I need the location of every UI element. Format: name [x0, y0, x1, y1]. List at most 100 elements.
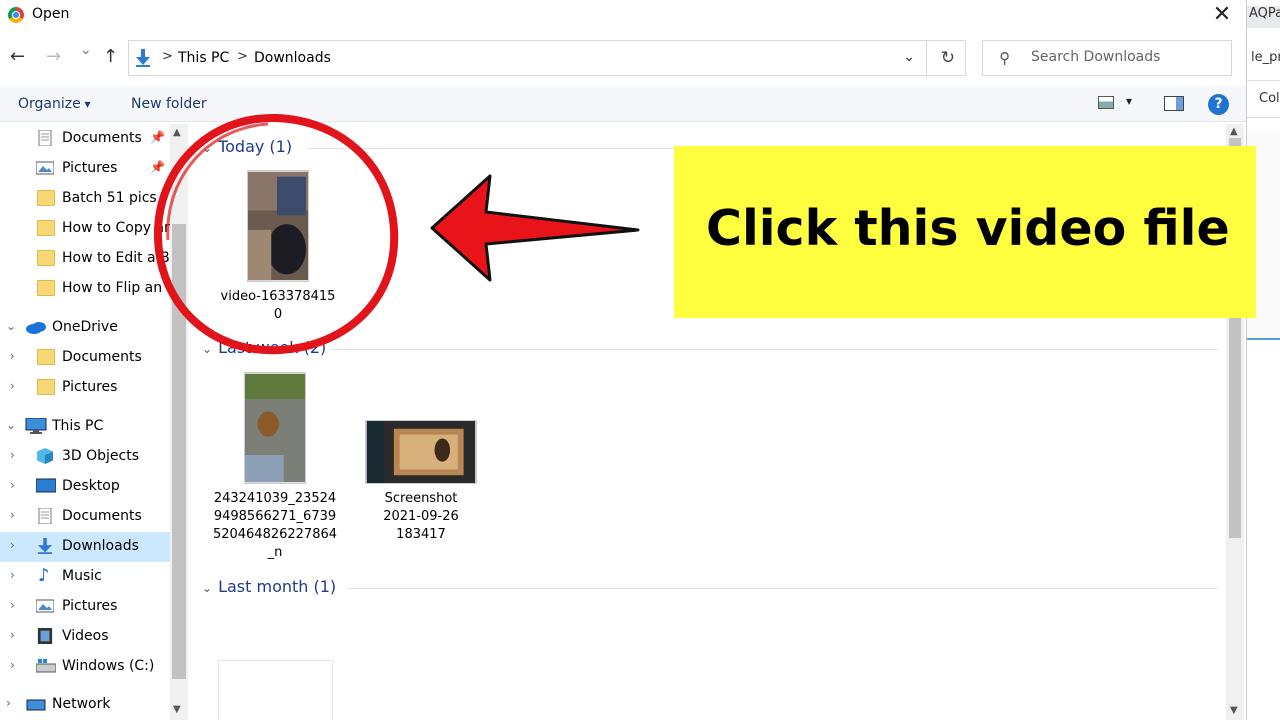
collapsed-chevron-icon[interactable]: ›: [10, 448, 15, 462]
sidebar-item-label: How to Copy an: [62, 220, 170, 236]
sidebar-item-onedrive-documents[interactable]: › Documents: [0, 343, 170, 373]
sidebar-item-pictures[interactable]: › Pictures: [0, 592, 170, 622]
video-thumbnail: [247, 170, 309, 282]
sidebar-item-folder[interactable]: How to Edit a Bl: [0, 244, 170, 274]
sidebar-item-documents-quick[interactable]: Documents 📌: [0, 124, 170, 154]
file-name: 9498566271_6739: [213, 509, 337, 524]
callout-text: Click this video file: [706, 200, 1230, 257]
sidebar-item-desktop[interactable]: › Desktop: [0, 472, 170, 502]
sidebar-item-3d-objects[interactable]: › 3D Objects: [0, 442, 170, 472]
background-text: le_pr: [1251, 50, 1280, 65]
back-button[interactable]: ←: [10, 46, 25, 67]
change-view-icon[interactable]: [1098, 96, 1114, 109]
group-header-last-month[interactable]: ⌄ Last month (1): [202, 577, 336, 596]
sidebar-item-documents[interactable]: › Documents: [0, 502, 170, 532]
file-item-screenshot[interactable]: Screenshot 2021-09-26 183417: [356, 420, 486, 544]
address-divider: [926, 41, 927, 75]
background-browser-window: AQPa le_pr Col: [1246, 0, 1280, 720]
address-bar[interactable]: > This PC > Downloads ⌄ ↻: [128, 40, 966, 76]
search-icon: ⚲: [999, 49, 1010, 67]
title-bar: Open ✕: [0, 0, 1246, 30]
group-header-last-week[interactable]: ⌄ Last week (2): [202, 338, 326, 357]
sidebar-item-onedrive[interactable]: ⌄ OneDrive: [0, 313, 170, 343]
sidebar-item-label: Documents: [62, 130, 142, 146]
sidebar-item-this-pc[interactable]: ⌄ This PC: [0, 412, 170, 442]
sidebar-item-windows-drive[interactable]: › Windows (C:): [0, 652, 170, 682]
collapsed-chevron-icon[interactable]: ›: [10, 379, 15, 393]
expanded-chevron-icon[interactable]: ⌄: [6, 418, 16, 432]
sidebar-item-label: Music: [62, 568, 102, 584]
group-divider: [348, 588, 1218, 589]
file-name: 0: [273, 307, 283, 322]
file-name: _n: [267, 545, 283, 560]
collapsed-chevron-icon[interactable]: ›: [10, 628, 15, 642]
background-tab: AQPa: [1247, 6, 1280, 28]
scroll-down-arrow-icon[interactable]: ▼: [1230, 705, 1238, 716]
documents-icon: [38, 130, 52, 146]
sidebar-item-folder[interactable]: How to Flip an I: [0, 274, 170, 304]
collapsed-chevron-icon[interactable]: ›: [10, 349, 15, 363]
view-options-chevron-icon[interactable]: ▾: [1126, 94, 1132, 108]
sidebar-item-label: How to Flip an I: [62, 280, 170, 296]
open-file-dialog: Open ✕ ← → ⌄ ↑ > This PC > Downloads ⌄ ↻…: [0, 0, 1246, 720]
sidebar-item-label: Documents: [62, 508, 142, 524]
up-button[interactable]: ↑: [103, 46, 118, 67]
sidebar-item-label: Downloads: [62, 538, 139, 554]
organize-button[interactable]: Organize: [18, 96, 91, 112]
collapsed-chevron-icon[interactable]: ›: [10, 658, 15, 672]
file-item-image[interactable]: 243241039_23524 9498566271_6739 52046482…: [210, 372, 340, 562]
address-dropdown-button[interactable]: ⌄: [903, 49, 915, 65]
collapse-chevron-icon[interactable]: ⌄: [202, 141, 212, 155]
recent-locations-button[interactable]: ⌄: [80, 42, 92, 58]
sidebar-item-label: Pictures: [62, 160, 118, 176]
collapsed-chevron-icon[interactable]: ›: [10, 508, 15, 522]
downloads-icon: [136, 49, 150, 67]
sidebar-item-label: Documents: [62, 349, 142, 365]
close-button[interactable]: ✕: [1208, 2, 1236, 27]
file-item-video[interactable]: video-163378415 0: [213, 170, 343, 324]
collapsed-chevron-icon[interactable]: ›: [10, 538, 15, 552]
breadcrumb-this-pc[interactable]: This PC: [178, 50, 229, 66]
scroll-up-arrow-icon[interactable]: ▲: [173, 127, 181, 138]
forward-button[interactable]: →: [46, 46, 61, 67]
search-box[interactable]: ⚲: [982, 40, 1232, 76]
navigation-bar: ← → ⌄ ↑ > This PC > Downloads ⌄ ↻ ⚲: [0, 40, 1246, 76]
new-folder-button[interactable]: New folder: [131, 96, 207, 112]
sidebar-item-onedrive-pictures[interactable]: › Pictures: [0, 373, 170, 403]
collapsed-chevron-icon[interactable]: ›: [10, 598, 15, 612]
group-header-today[interactable]: ⌄ Today (1): [202, 137, 292, 156]
scroll-up-arrow-icon[interactable]: ▲: [1230, 126, 1238, 137]
folder-icon: [37, 379, 55, 395]
breadcrumb-downloads[interactable]: Downloads: [254, 50, 331, 66]
search-input[interactable]: [1031, 49, 1221, 65]
expanded-chevron-icon[interactable]: ⌄: [6, 319, 16, 333]
file-item-partial[interactable]: [218, 660, 333, 720]
documents-icon: [38, 508, 52, 524]
sidebar-item-pictures-quick[interactable]: Pictures 📌: [0, 154, 170, 184]
scrollbar-thumb[interactable]: [172, 224, 186, 679]
chrome-icon: [8, 7, 24, 23]
refresh-button[interactable]: ↻: [941, 48, 955, 68]
file-name: 520464826227864: [212, 527, 338, 542]
sidebar-scrollbar[interactable]: ▲ ▼: [170, 124, 188, 720]
sidebar-item-label: Network: [52, 696, 111, 712]
collapsed-chevron-icon[interactable]: ›: [10, 568, 15, 582]
preview-pane-icon[interactable]: [1164, 96, 1184, 111]
breadcrumb-separator: >: [237, 49, 248, 64]
group-divider: [330, 349, 1218, 350]
collapse-chevron-icon[interactable]: ⌄: [202, 342, 212, 356]
sidebar-item-network[interactable]: › Network: [0, 690, 170, 720]
sidebar-item-downloads[interactable]: › Downloads: [0, 532, 170, 562]
command-toolbar: Organize New folder ▾ ?: [0, 86, 1246, 122]
sidebar-item-label: Pictures: [62, 598, 118, 614]
collapsed-chevron-icon[interactable]: ›: [10, 478, 15, 492]
sidebar-item-videos[interactable]: › Videos: [0, 622, 170, 652]
collapse-chevron-icon[interactable]: ⌄: [202, 581, 212, 595]
sidebar-item-batch-folder[interactable]: Batch 51 pics: [0, 184, 170, 214]
sidebar-item-music[interactable]: › ♪ Music: [0, 562, 170, 592]
sidebar-item-folder[interactable]: How to Copy an: [0, 214, 170, 244]
help-button[interactable]: ?: [1208, 94, 1229, 115]
file-name: 243241039_23524: [213, 491, 337, 506]
collapsed-chevron-icon[interactable]: ›: [6, 696, 11, 710]
scroll-down-arrow-icon[interactable]: ▼: [173, 704, 181, 715]
